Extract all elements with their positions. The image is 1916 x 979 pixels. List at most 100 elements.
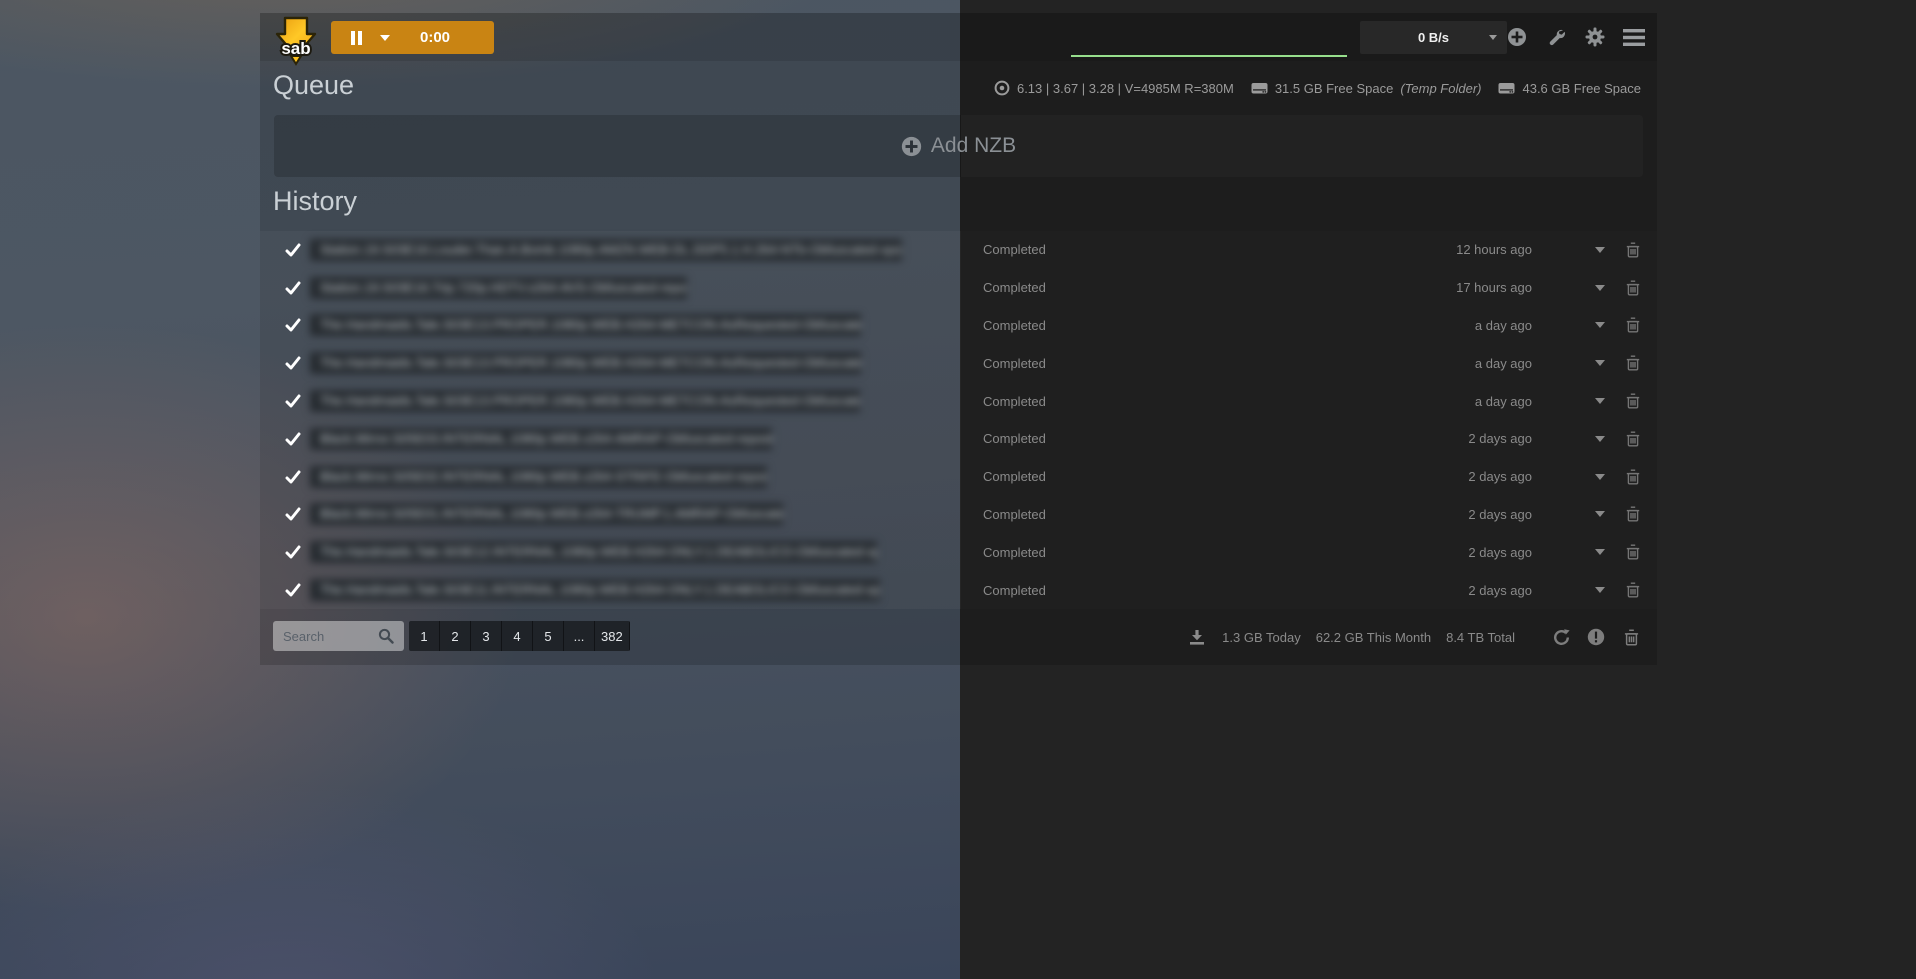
history-item-name[interactable]: The.Handmaids.Tale.S03E11.INTERNAL.1080p… (310, 579, 880, 601)
history-list: Station.19.S03E16.Louder.Than.A.Bomb.108… (260, 231, 1657, 609)
search-input[interactable] (273, 621, 404, 651)
page-button[interactable]: 5 (533, 621, 564, 651)
trash-icon (1624, 629, 1639, 646)
refresh-icon (1552, 628, 1571, 647)
history-item-caret-icon[interactable] (1595, 322, 1605, 328)
history-item-name[interactable]: The.Handmaids.Tale.S03E13.PROPER.1080p.W… (310, 314, 861, 336)
menu-button[interactable] (1623, 26, 1645, 48)
check-icon (285, 432, 301, 446)
history-item-status: Completed (983, 280, 1046, 295)
check-icon (285, 356, 301, 370)
check-icon (285, 318, 301, 332)
queue-title: Queue (273, 70, 354, 101)
status-options-button[interactable] (1545, 26, 1567, 48)
add-nzb-icon-button[interactable] (1506, 26, 1528, 48)
trash-icon (1626, 544, 1640, 560)
history-item-delete-button[interactable] (1626, 582, 1640, 598)
history-item-caret-icon[interactable] (1595, 587, 1605, 593)
speed-graph-line (1071, 55, 1347, 57)
history-item-caret-icon[interactable] (1595, 436, 1605, 442)
history-row: Black.Mirror.S05E02.INTERNAL.1080p.WEB.x… (260, 458, 1657, 496)
page-button[interactable]: 3 (471, 621, 502, 651)
history-item-name[interactable]: Black.Mirror.S05E02.INTERNAL.1080p.WEB.x… (310, 466, 767, 488)
history-item-time: 2 days ago (1468, 431, 1532, 446)
stats-month: 62.2 GB This Month (1316, 630, 1431, 645)
trash-icon (1626, 393, 1640, 409)
history-item-name[interactable]: The.Handmaids.Tale.S03E12.INTERNAL.1080p… (310, 541, 877, 563)
history-item-caret-icon[interactable] (1595, 474, 1605, 480)
history-item-delete-button[interactable] (1626, 280, 1640, 296)
navbar-actions (1506, 13, 1645, 61)
disk-icon (1251, 81, 1268, 95)
footer-stats: 1.3 GB Today 62.2 GB This Month 8.4 TB T… (1187, 609, 1641, 665)
history-item-delete-button[interactable] (1626, 393, 1640, 409)
pause-timer[interactable]: 0:00 (390, 29, 494, 46)
temp-free-label: (Temp Folder) (1400, 81, 1481, 96)
history-item-caret-icon[interactable] (1595, 285, 1605, 291)
history-item-time: a day ago (1475, 318, 1532, 333)
disk-icon (1498, 81, 1515, 95)
history-item-name[interactable]: Black.Mirror.S05E03.INTERNAL.1080p.WEB.x… (310, 428, 772, 450)
history-item-caret-icon[interactable] (1595, 511, 1605, 517)
header-stats: 6.13 | 3.67 | 3.28 | V=4985M R=380M 31.5… (994, 61, 1641, 115)
history-item-delete-button[interactable] (1626, 355, 1640, 371)
speed-caret-icon (1489, 35, 1497, 40)
history-item-delete-button[interactable] (1626, 431, 1640, 447)
temp-free-space: 31.5 GB Free Space (1275, 81, 1394, 96)
temp-free-space-group: 31.5 GB Free Space (Temp Folder) (1251, 81, 1482, 96)
history-item-name[interactable]: The.Handmaids.Tale.S03E13.PROPER.1080p.W… (310, 352, 861, 374)
trash-icon (1626, 431, 1640, 447)
history-item-name[interactable]: The.Handmaids.Tale.S03E13.PROPER.1080p.W… (310, 390, 860, 412)
stats-total: 8.4 TB Total (1446, 630, 1515, 645)
trash-icon (1626, 317, 1640, 333)
add-nzb-plus-icon (901, 136, 922, 157)
page-button[interactable]: 2 (440, 621, 471, 651)
history-item-time: a day ago (1475, 394, 1532, 409)
top-navbar: sab 0:00 0 B/s (260, 13, 1657, 61)
clear-history-button[interactable] (1621, 627, 1641, 647)
pause-button[interactable]: 0:00 (331, 21, 494, 54)
add-nzb-label: Add NZB (931, 134, 1016, 158)
complete-free-space: 43.6 GB Free Space (1522, 81, 1641, 96)
sabnzbd-logo[interactable]: sab (274, 16, 318, 66)
refresh-button[interactable] (1551, 627, 1571, 647)
history-item-delete-button[interactable] (1626, 317, 1640, 333)
check-icon (285, 243, 301, 257)
history-item-time: 2 days ago (1468, 545, 1532, 560)
history-item-status: Completed (983, 394, 1046, 409)
info-button[interactable] (1586, 627, 1606, 647)
history-section-header: History (260, 177, 1657, 231)
page-button[interactable]: 1 (409, 621, 440, 651)
history-item-status: Completed (983, 507, 1046, 522)
check-icon (285, 281, 301, 295)
history-row: The.Handmaids.Tale.S03E13.PROPER.1080p.W… (260, 344, 1657, 382)
history-item-caret-icon[interactable] (1595, 360, 1605, 366)
history-item-delete-button[interactable] (1626, 544, 1640, 560)
history-item-delete-button[interactable] (1626, 506, 1640, 522)
history-item-status: Completed (983, 318, 1046, 333)
settings-button[interactable] (1584, 26, 1606, 48)
history-title: History (273, 186, 357, 217)
history-item-delete-button[interactable] (1626, 242, 1640, 258)
history-item-caret-icon[interactable] (1595, 398, 1605, 404)
history-item-status: Completed (983, 583, 1046, 598)
speed-limit-dropdown[interactable]: 0 B/s (1360, 21, 1507, 54)
trash-icon (1626, 355, 1640, 371)
pause-dropdown-caret-icon[interactable] (380, 35, 390, 41)
check-icon (285, 545, 301, 559)
history-item-status: Completed (983, 545, 1046, 560)
history-item-caret-icon[interactable] (1595, 247, 1605, 253)
page-button[interactable]: ... (564, 621, 595, 651)
history-item-name[interactable]: Station.19.S03E16.Louder.Than.A.Bomb.108… (310, 239, 902, 261)
speed-value: 0 B/s (1418, 30, 1449, 45)
page-button[interactable]: 4 (502, 621, 533, 651)
history-item-time: 2 days ago (1468, 507, 1532, 522)
history-item-delete-button[interactable] (1626, 469, 1640, 485)
history-item-caret-icon[interactable] (1595, 549, 1605, 555)
history-row: Station.19.S03E16.Louder.Than.A.Bomb.108… (260, 231, 1657, 269)
history-item-name[interactable]: Black.Mirror.S05E01.INTERNAL.1080p.WEB.x… (310, 503, 783, 525)
page-button[interactable]: 382 (595, 621, 630, 651)
history-item-status: Completed (983, 356, 1046, 371)
add-nzb-dropzone[interactable]: Add NZB (274, 115, 1643, 177)
history-item-name[interactable]: Station.19.S03E16.Trip.720p.HDTV.x264-AV… (310, 277, 687, 299)
